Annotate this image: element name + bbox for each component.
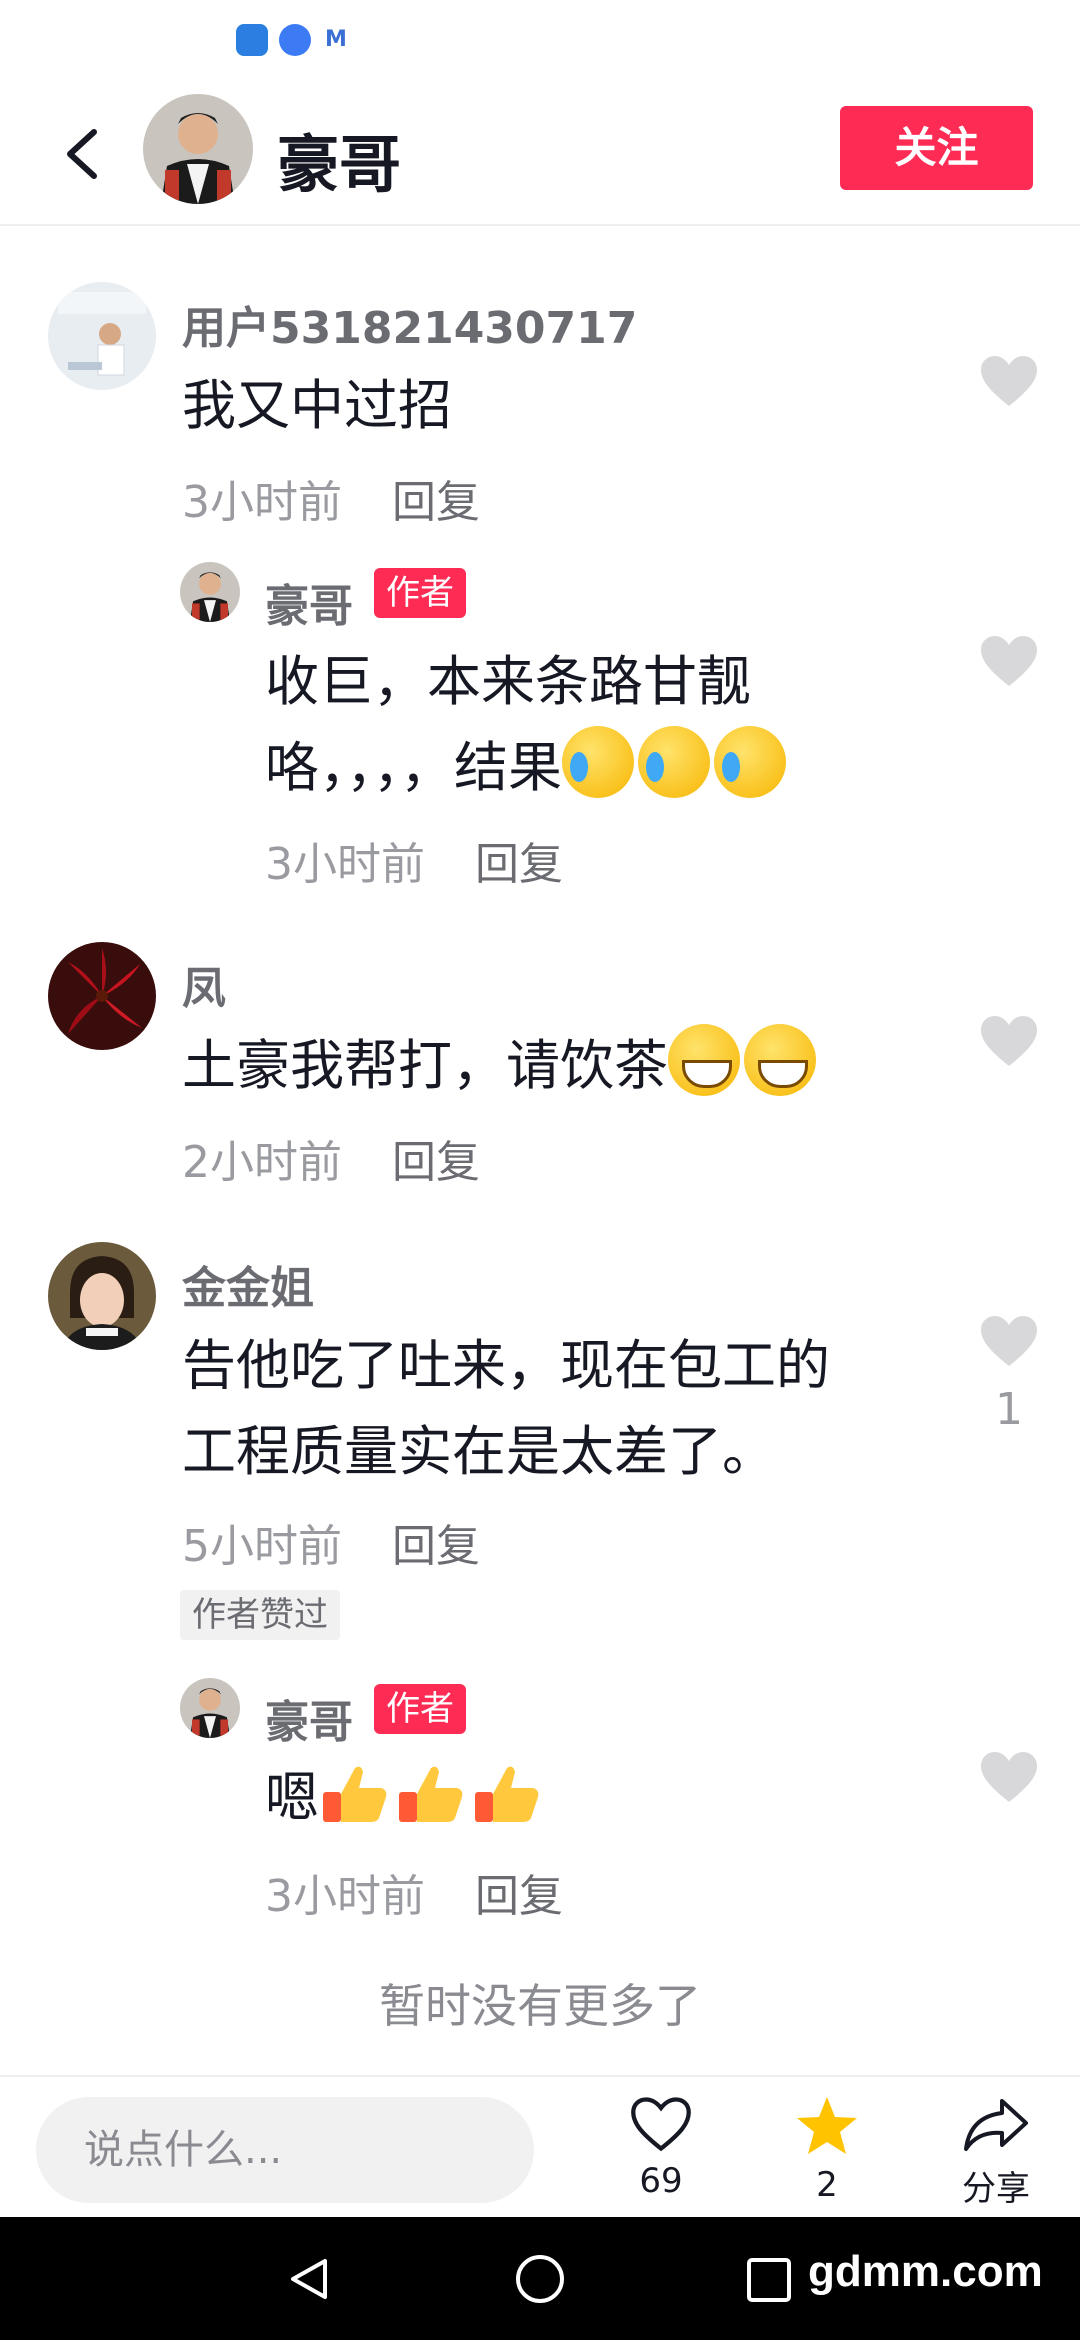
comment-username[interactable]: 金金姐 <box>182 1252 314 1316</box>
weather-app-icon <box>236 24 268 56</box>
system-nav-bar: gdmm.com <box>0 2217 1080 2340</box>
comment-time: 2小时前 <box>182 1137 342 1188</box>
comment-text: 土豪我帮打，请饮茶 <box>182 1034 668 1097</box>
comment-meta: 3小时前 回复 <box>265 1860 563 1924</box>
author-badge: 作者 <box>374 568 466 618</box>
avatar[interactable] <box>48 1242 156 1350</box>
avatar[interactable] <box>180 1678 240 1738</box>
heart-icon[interactable] <box>979 1314 1039 1368</box>
nav-back-icon[interactable] <box>285 2255 333 2303</box>
comment-text: 收巨，本来条路甘靓 <box>265 650 751 713</box>
comment-time: 3小时前 <box>265 1871 425 1922</box>
avatar[interactable] <box>143 94 253 204</box>
back-icon <box>67 129 97 179</box>
reply-button[interactable]: 回复 <box>392 477 480 528</box>
like-count: 1 <box>995 1384 1023 1435</box>
follow-button[interactable]: 关注 <box>840 106 1033 190</box>
header: 豪哥 关注 <box>0 80 1080 226</box>
comment-username[interactable]: 豪哥 <box>265 1686 353 1750</box>
heart-icon[interactable] <box>979 634 1039 688</box>
comment-text-row: 嗯 <box>265 1756 547 1840</box>
comment-meta: 3小时前 回复 <box>182 466 480 530</box>
like-count: 69 <box>639 2161 683 2201</box>
reply-button[interactable]: 回复 <box>392 1521 480 1572</box>
heart-icon[interactable] <box>979 354 1039 408</box>
comment-text-line2: 咯，，，，结果 <box>265 726 790 810</box>
grin-emoji-icon <box>668 1024 740 1096</box>
comment-meta: 5小时前 回复 <box>182 1510 480 1574</box>
like-button[interactable]: 69 <box>601 2095 721 2201</box>
thumbs-up-emoji-icon <box>319 1756 391 1828</box>
reply-button[interactable]: 回复 <box>475 839 563 890</box>
status-bar: M <box>0 0 1080 80</box>
watermark: gdmm.com <box>808 2247 1043 2296</box>
comment-time: 5小时前 <box>182 1521 342 1572</box>
avatar[interactable] <box>180 562 240 622</box>
comment-time: 3小时前 <box>182 477 342 528</box>
comment-input[interactable]: 说点什么... <box>36 2097 534 2203</box>
star-icon <box>797 2097 857 2154</box>
heart-icon[interactable] <box>979 1750 1039 1804</box>
share-label: 分享 <box>962 2169 1030 2209</box>
favorite-count: 2 <box>816 2165 838 2205</box>
comment-text: 嗯 <box>265 1766 319 1829</box>
comment-time: 3小时前 <box>265 839 425 890</box>
music-app-icon <box>279 24 311 56</box>
nav-home-icon[interactable] <box>514 2253 566 2305</box>
comment-meta: 2小时前 回复 <box>182 1126 480 1190</box>
favorite-button[interactable]: 2 <box>767 2095 887 2205</box>
comment-text: 告他吃了吐来，现在包工的 <box>182 1334 830 1397</box>
comment-text: 工程质量实在是太差了。 <box>182 1420 776 1483</box>
laugh-cry-emoji-icon <box>638 726 710 798</box>
author-liked-badge: 作者赞过 <box>180 1590 340 1640</box>
comment-username[interactable]: 用户531821430717 <box>182 292 637 356</box>
laugh-cry-emoji-icon <box>562 726 634 798</box>
nav-recents-icon[interactable] <box>746 2257 792 2303</box>
heart-icon[interactable] <box>979 1014 1039 1068</box>
m-app-icon: M <box>325 27 347 52</box>
no-more-label: 暂时没有更多了 <box>379 1979 701 2033</box>
avatar[interactable] <box>48 282 156 390</box>
page-title: 豪哥 <box>277 128 402 201</box>
comment-text-row: 土豪我帮打，请饮茶 <box>182 1024 820 1108</box>
comment-meta: 3小时前 回复 <box>265 828 563 892</box>
reply-button[interactable]: 回复 <box>475 1871 563 1922</box>
share-button[interactable]: 分享 <box>936 2095 1056 2210</box>
grin-emoji-icon <box>744 1024 816 1096</box>
comment-text: 我又中过招 <box>182 374 452 437</box>
comment-text: 咯，，，，结果 <box>265 736 562 799</box>
bottom-action-bar: 说点什么... 69 2 分享 <box>0 2075 1080 2217</box>
author-badge: 作者 <box>374 1684 466 1734</box>
thumbs-up-emoji-icon <box>471 1756 543 1828</box>
reply-button[interactable]: 回复 <box>392 1137 480 1188</box>
thumbs-up-emoji-icon <box>395 1756 467 1828</box>
heart-icon <box>631 2097 691 2152</box>
back-button[interactable] <box>50 116 120 192</box>
comment-username[interactable]: 豪哥 <box>265 570 353 634</box>
comment-username[interactable]: 凤 <box>182 952 226 1016</box>
share-icon <box>964 2099 1028 2151</box>
laugh-cry-emoji-icon <box>714 726 786 798</box>
avatar[interactable] <box>48 942 156 1050</box>
